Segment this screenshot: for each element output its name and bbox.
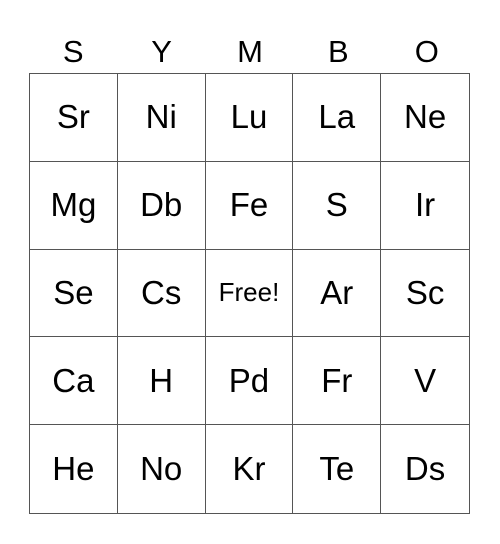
bingo-cell[interactable]: H — [117, 337, 206, 426]
bingo-cell[interactable]: Ir — [381, 162, 469, 250]
header-letter: O — [414, 34, 439, 69]
header-letter: Y — [151, 34, 172, 69]
bingo-cell[interactable]: V — [381, 337, 469, 426]
bingo-cell[interactable]: Cs — [117, 249, 206, 338]
bingo-cell[interactable]: Ar — [293, 249, 382, 338]
bingo-cell[interactable]: Sr — [30, 74, 118, 162]
bingo-cell[interactable]: Kr — [206, 425, 294, 513]
bingo-cell[interactable]: Fe — [205, 161, 294, 250]
free-space-cell[interactable]: Free! — [205, 249, 294, 338]
header-letter: M — [237, 34, 263, 69]
bingo-cell[interactable]: No — [118, 425, 206, 513]
bingo-cell[interactable]: Te — [293, 425, 382, 513]
bingo-cell[interactable]: Sc — [381, 250, 469, 338]
bingo-cell[interactable]: Mg — [30, 161, 118, 250]
bingo-grid: Sr Ni Lu La Ne Mg Db Fe S Ir Se Cs Free!… — [29, 73, 470, 514]
header-letter: B — [328, 34, 349, 69]
bingo-cell[interactable]: Fr — [293, 337, 382, 426]
bingo-cell[interactable]: Db — [117, 161, 206, 250]
bingo-cell[interactable]: La — [293, 74, 382, 162]
header-letter: S — [62, 34, 84, 69]
bingo-cell[interactable]: Ca — [30, 337, 118, 426]
bingo-cell[interactable]: Ne — [381, 74, 469, 162]
bingo-cell[interactable]: Se — [30, 249, 118, 338]
bingo-cell[interactable]: He — [30, 425, 118, 513]
bingo-cell[interactable]: Ds — [381, 425, 469, 513]
bingo-cell[interactable]: Pd — [205, 337, 294, 426]
bingo-cell[interactable]: S — [293, 161, 382, 250]
bingo-cell[interactable]: Ni — [117, 74, 206, 162]
bingo-header: S Y M B O — [29, 30, 471, 73]
bingo-cell[interactable]: Lu — [205, 74, 294, 162]
